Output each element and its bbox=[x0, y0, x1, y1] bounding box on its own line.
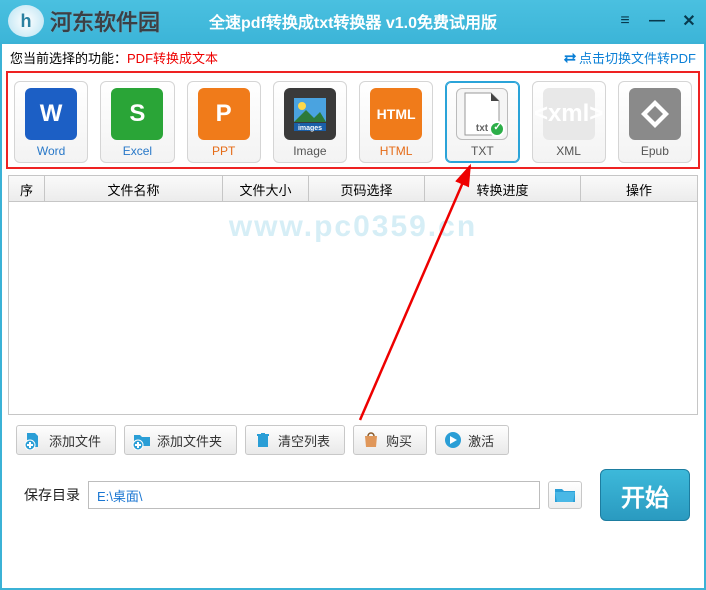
folder-icon bbox=[554, 486, 576, 504]
btn-label: 激活 bbox=[468, 431, 494, 450]
btn-label: 添加文件夹 bbox=[157, 431, 222, 450]
excel-icon: S bbox=[111, 88, 163, 140]
toolbar-buttons: 添加文件 添加文件夹 清空列表 购买 激活 bbox=[6, 415, 700, 455]
tile-label: Excel bbox=[105, 144, 169, 158]
start-button[interactable]: 开始 bbox=[600, 469, 690, 521]
add-file-icon bbox=[23, 429, 45, 451]
html-icon: HTML bbox=[370, 88, 422, 140]
image-icon: images bbox=[284, 88, 336, 140]
current-function-label: 您当前选择的功能：PDF转换成文本 bbox=[10, 48, 218, 67]
browse-button[interactable] bbox=[548, 481, 582, 509]
tile-image[interactable]: images Image bbox=[273, 81, 347, 163]
save-path-input[interactable] bbox=[88, 481, 540, 509]
col-pagesel[interactable]: 页码选择 bbox=[309, 176, 425, 201]
xml-icon: <xml> bbox=[543, 88, 595, 140]
col-filesize[interactable]: 文件大小 bbox=[223, 176, 309, 201]
format-tiles: W Word S Excel P PPT images Image HTML HTML t… bbox=[6, 71, 700, 169]
col-operation[interactable]: 操作 bbox=[581, 176, 697, 201]
table-header: 序 文件名称 文件大小 页码选择 转换进度 操作 bbox=[9, 176, 697, 202]
shopping-bag-icon bbox=[360, 429, 382, 451]
tile-label: HTML bbox=[364, 144, 428, 158]
btn-label: 清空列表 bbox=[278, 431, 330, 450]
switch-mode-text: 点击切换文件转PDF bbox=[579, 48, 696, 67]
svg-text:txt: txt bbox=[476, 123, 489, 134]
bottom-bar: 保存目录 开始 bbox=[6, 455, 700, 521]
tile-ppt[interactable]: P PPT bbox=[187, 81, 261, 163]
add-folder-button[interactable]: 添加文件夹 bbox=[124, 425, 237, 455]
btn-label: 添加文件 bbox=[49, 431, 101, 450]
col-seq[interactable]: 序 bbox=[9, 176, 45, 201]
word-icon: W bbox=[25, 88, 77, 140]
trash-icon bbox=[252, 429, 274, 451]
tile-label: TXT bbox=[450, 144, 514, 158]
tile-xml[interactable]: <xml> XML bbox=[532, 81, 606, 163]
function-name: PDF转换成文本 bbox=[127, 51, 218, 66]
function-prefix: 您当前选择的功能： bbox=[10, 51, 127, 66]
app-title: 全速pdf转换成txt转换器 v1.0免费试用版 bbox=[209, 9, 497, 33]
tile-label: XML bbox=[537, 144, 601, 158]
buy-button[interactable]: 购买 bbox=[353, 425, 427, 455]
window-controls: ≡ — ✕ bbox=[616, 12, 698, 30]
add-folder-icon bbox=[131, 429, 153, 451]
save-dir-label: 保存目录 bbox=[24, 485, 80, 505]
tile-epub[interactable]: Epub bbox=[618, 81, 692, 163]
tile-word[interactable]: W Word bbox=[14, 81, 88, 163]
tile-label: Word bbox=[19, 144, 83, 158]
switch-mode-link[interactable]: 点击切换文件转PDF bbox=[563, 48, 696, 67]
col-filename[interactable]: 文件名称 bbox=[45, 176, 223, 201]
add-file-button[interactable]: 添加文件 bbox=[16, 425, 116, 455]
menu-icon[interactable]: ≡ bbox=[616, 12, 634, 30]
tile-label: Image bbox=[278, 144, 342, 158]
activate-button[interactable]: 激活 bbox=[435, 425, 509, 455]
title-bar: h 河东软件园 全速pdf转换成txt转换器 v1.0免费试用版 ≡ — ✕ bbox=[0, 0, 706, 42]
tile-excel[interactable]: S Excel bbox=[100, 81, 174, 163]
logo-icon: h bbox=[8, 5, 44, 37]
clear-list-button[interactable]: 清空列表 bbox=[245, 425, 345, 455]
tile-label: PPT bbox=[192, 144, 256, 158]
file-table: 序 文件名称 文件大小 页码选择 转换进度 操作 bbox=[8, 175, 698, 415]
activate-icon bbox=[442, 429, 464, 451]
tile-html[interactable]: HTML HTML bbox=[359, 81, 433, 163]
svg-text:images: images bbox=[298, 125, 322, 132]
brand-text: 河东软件园 bbox=[50, 5, 160, 37]
ppt-icon: P bbox=[198, 88, 250, 140]
txt-icon: txt bbox=[456, 88, 508, 140]
epub-icon bbox=[629, 88, 681, 140]
close-button[interactable]: ✕ bbox=[680, 12, 698, 30]
btn-label: 购买 bbox=[386, 431, 412, 450]
col-progress[interactable]: 转换进度 bbox=[425, 176, 581, 201]
tile-txt[interactable]: txt TXT bbox=[445, 81, 519, 163]
swap-icon bbox=[563, 51, 577, 65]
tile-label: Epub bbox=[623, 144, 687, 158]
brand-area: h 河东软件园 bbox=[8, 5, 160, 37]
minimize-button[interactable]: — bbox=[648, 12, 666, 30]
